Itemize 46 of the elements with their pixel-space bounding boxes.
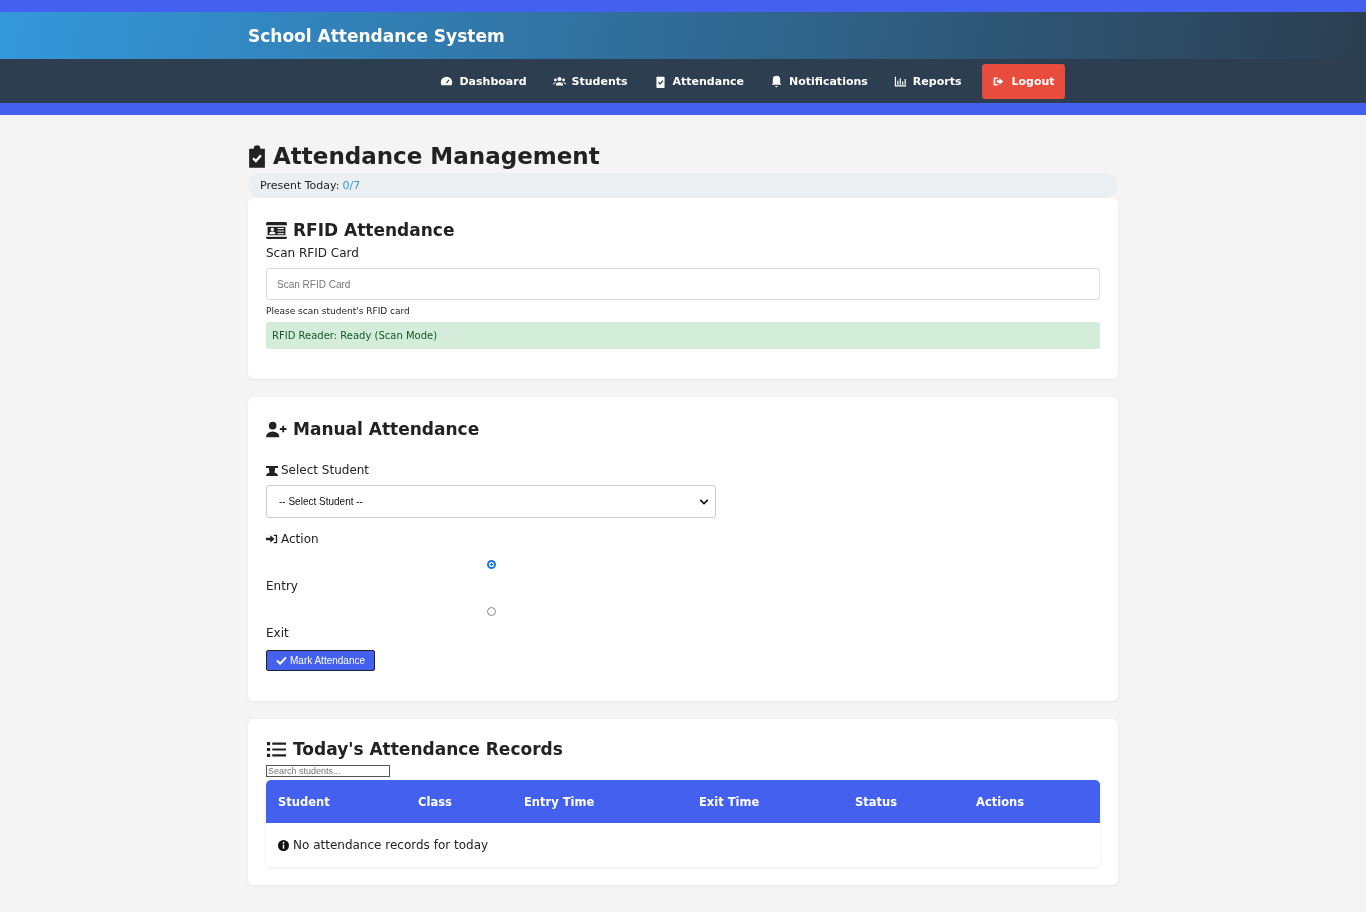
- mark-attendance-button[interactable]: Mark Attendance: [266, 650, 376, 671]
- nav-link[interactable]: Dashboard: [431, 64, 536, 98]
- id-card-icon: [266, 221, 287, 239]
- column-header: Status: [854, 794, 899, 809]
- info-icon: [278, 839, 289, 851]
- nav-link[interactable]: Reports: [884, 64, 971, 98]
- check-icon: [276, 656, 287, 665]
- section-title: Manual Attendance: [293, 419, 480, 439]
- field-label: Select Student: [281, 463, 370, 477]
- nav-link[interactable]: Attendance: [644, 64, 753, 98]
- column-header: Actions: [975, 794, 1026, 809]
- nav-link[interactable]: Students: [543, 64, 637, 98]
- field-label: Scan RFID Card: [266, 246, 360, 260]
- clipboard-check-icon: [248, 144, 266, 168]
- users-icon: [552, 74, 566, 88]
- radio-label: Entry: [266, 579, 299, 593]
- radio-button[interactable]: [486, 560, 496, 569]
- section-title: RFID Attendance: [293, 220, 455, 240]
- gauge-icon: [440, 74, 454, 88]
- present-label: Present Today:: [260, 179, 340, 192]
- rfid-status-message: RFID Reader: Ready (Scan Mode): [266, 322, 1100, 349]
- column-header: Class: [417, 794, 453, 809]
- student-select[interactable]: -- Select Student --: [266, 485, 716, 518]
- field-hint: Please scan student's RFID card: [266, 306, 411, 316]
- app-title: School Attendance System: [248, 25, 505, 46]
- nav-link[interactable]: Notifications: [761, 64, 877, 98]
- search-field[interactable]: Search students...: [266, 765, 390, 777]
- field-label: Action: [281, 532, 319, 546]
- logout-button[interactable]: Logout: [982, 63, 1065, 99]
- user-plus-icon: [266, 420, 287, 438]
- page-title: Attendance Management: [273, 143, 600, 169]
- empty-message: No attendance records for today: [293, 838, 489, 852]
- clipboard-icon: [653, 74, 667, 88]
- section-title: Today's Attendance Records: [293, 739, 563, 759]
- chevron-down-icon: [699, 497, 709, 506]
- column-header: Student: [277, 794, 331, 809]
- present-count: 0/7: [342, 179, 361, 192]
- chart-icon: [893, 74, 907, 88]
- rfid-input-field[interactable]: Scan RFID Card: [266, 268, 1100, 300]
- column-header: Exit Time: [698, 794, 761, 809]
- bell-icon: [770, 74, 783, 88]
- column-header: Entry Time: [523, 794, 596, 809]
- list-icon: [266, 740, 287, 758]
- radio-label: Exit: [266, 626, 290, 640]
- logout-icon: [992, 74, 1006, 88]
- sign-in-icon: [266, 533, 278, 545]
